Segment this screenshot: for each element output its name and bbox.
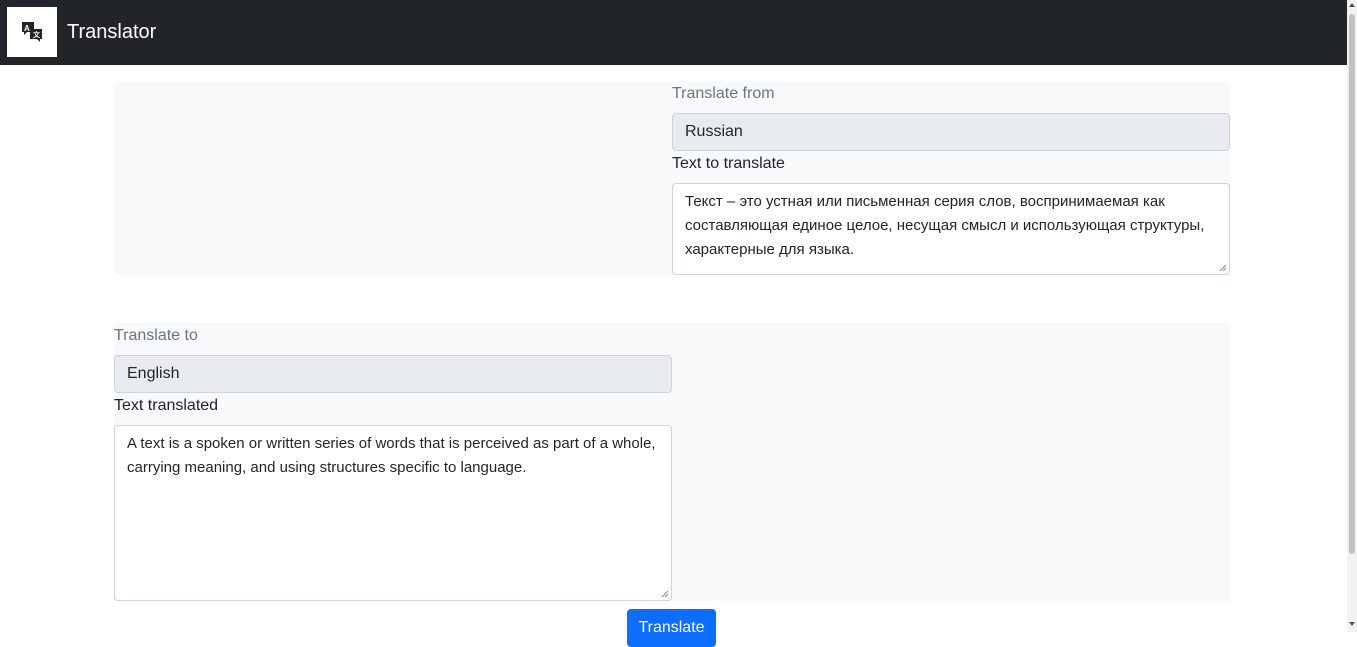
translated-text-value: A text is a spoken or written series of … [127, 435, 656, 476]
svg-text:A: A [24, 24, 30, 33]
scroll-down-arrow-icon[interactable] [1349, 622, 1355, 626]
source-text-label: Text to translate [672, 155, 785, 172]
navbar: A 文 Translator [0, 0, 1347, 65]
source-language-select[interactable]: Russian [672, 113, 1230, 151]
resize-grip-icon[interactable] [661, 590, 669, 598]
translated-text-output[interactable]: A text is a spoken or written series of … [114, 425, 672, 601]
resize-grip-icon[interactable] [1219, 264, 1227, 272]
source-text-input[interactable]: Текст – это устная или письменная серия … [672, 183, 1230, 275]
app-title[interactable]: Translator [67, 19, 156, 45]
svg-text:文: 文 [33, 30, 41, 39]
translate-icon: A 文 [22, 22, 42, 42]
app-logo[interactable]: A 文 [7, 7, 57, 57]
translate-button[interactable]: Translate [627, 609, 716, 647]
target-text-label: Text translated [114, 397, 219, 414]
scroll-up-arrow-icon[interactable] [1349, 3, 1355, 7]
page-scrollbar[interactable] [1347, 0, 1357, 632]
target-language-select[interactable]: English [114, 355, 672, 393]
source-text-value: Текст – это устная или письменная серия … [685, 193, 1205, 258]
source-language-label: Translate from [672, 85, 775, 102]
target-language-label: Translate to [114, 327, 198, 344]
scrollbar-thumb[interactable] [1349, 14, 1355, 554]
